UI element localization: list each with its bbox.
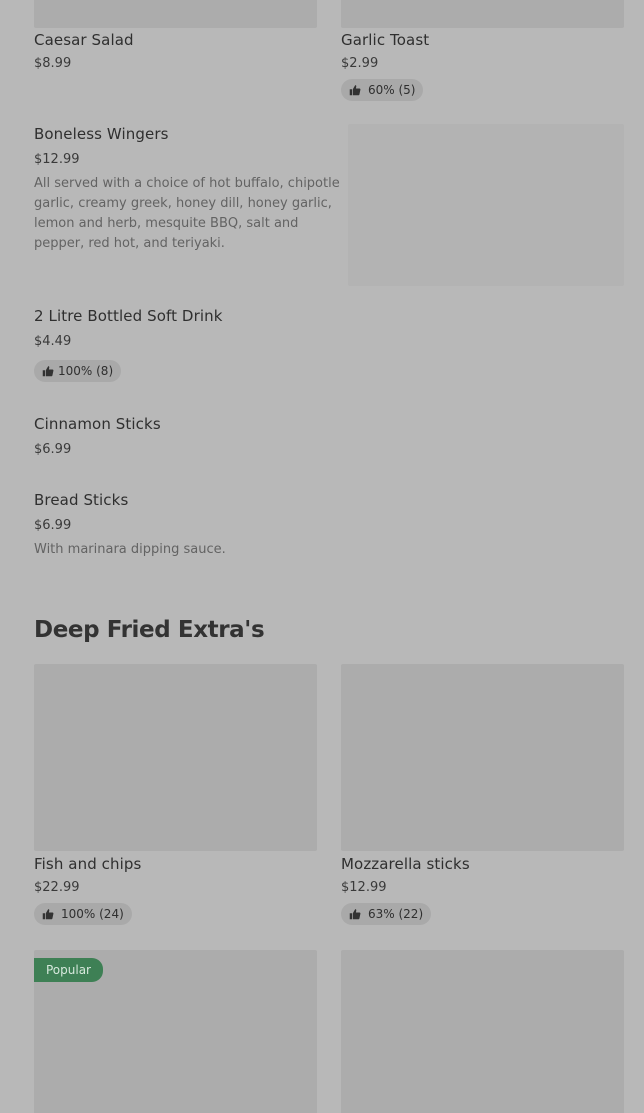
garlic-toast-rating-badge: 60% (5): [341, 79, 424, 101]
garlic-toast-title[interactable]: Garlic Toast: [341, 31, 429, 49]
fish-and-chips-price: $22.99: [34, 880, 80, 895]
bread-sticks-description: With marinara dipping sauce.: [34, 542, 226, 557]
garlic-toast-image[interactable]: [341, 0, 624, 28]
soft-drink-rating-text: 100% (8): [58, 364, 114, 378]
bread-sticks-title[interactable]: Bread Sticks: [34, 491, 128, 509]
thumbs-up-icon: [42, 366, 54, 377]
caesar-salad-image[interactable]: [34, 0, 317, 28]
thumbs-up-icon: [42, 909, 54, 920]
mozzarella-sticks-image[interactable]: [341, 664, 624, 851]
menu-page: Caesar Salad $8.99 Garlic Toast $2.99 60…: [0, 0, 644, 1113]
boneless-wingers-title[interactable]: Boneless Wingers: [34, 125, 169, 143]
boneless-wingers-description: All served with a choice of hot buffalo,…: [34, 176, 340, 251]
soft-drink-title[interactable]: 2 Litre Bottled Soft Drink: [34, 307, 223, 325]
cinnamon-sticks-price: $6.99: [34, 442, 72, 457]
caesar-salad-title[interactable]: Caesar Salad: [34, 31, 134, 49]
bread-sticks-price: $6.99: [34, 518, 72, 533]
item-image[interactable]: [341, 950, 624, 1113]
mozzarella-sticks-price: $12.99: [341, 880, 387, 895]
garlic-toast-rating-text: 60% (5): [368, 83, 416, 97]
fish-and-chips-rating-badge: 100% (24): [34, 903, 132, 925]
boneless-wingers-price: $12.99: [34, 152, 80, 167]
mozzarella-sticks-title[interactable]: Mozzarella sticks: [341, 855, 470, 873]
boneless-wingers-image[interactable]: [348, 124, 624, 286]
garlic-toast-price: $2.99: [341, 56, 379, 71]
soft-drink-rating-badge: 100% (8): [34, 360, 122, 382]
fish-and-chips-title[interactable]: Fish and chips: [34, 855, 141, 873]
mozzarella-sticks-rating-badge: 63% (22): [341, 903, 432, 925]
section-title: Deep Fried Extra's: [34, 617, 265, 643]
popular-badge: Popular: [34, 958, 103, 982]
fish-and-chips-image[interactable]: [34, 664, 317, 851]
caesar-salad-price: $8.99: [34, 56, 72, 71]
fish-and-chips-rating-text: 100% (24): [61, 907, 124, 921]
soft-drink-price: $4.49: [34, 334, 72, 349]
mozzarella-sticks-rating-text: 63% (22): [368, 907, 424, 921]
thumbs-up-icon: [349, 85, 361, 96]
cinnamon-sticks-title[interactable]: Cinnamon Sticks: [34, 415, 161, 433]
thumbs-up-icon: [349, 909, 361, 920]
